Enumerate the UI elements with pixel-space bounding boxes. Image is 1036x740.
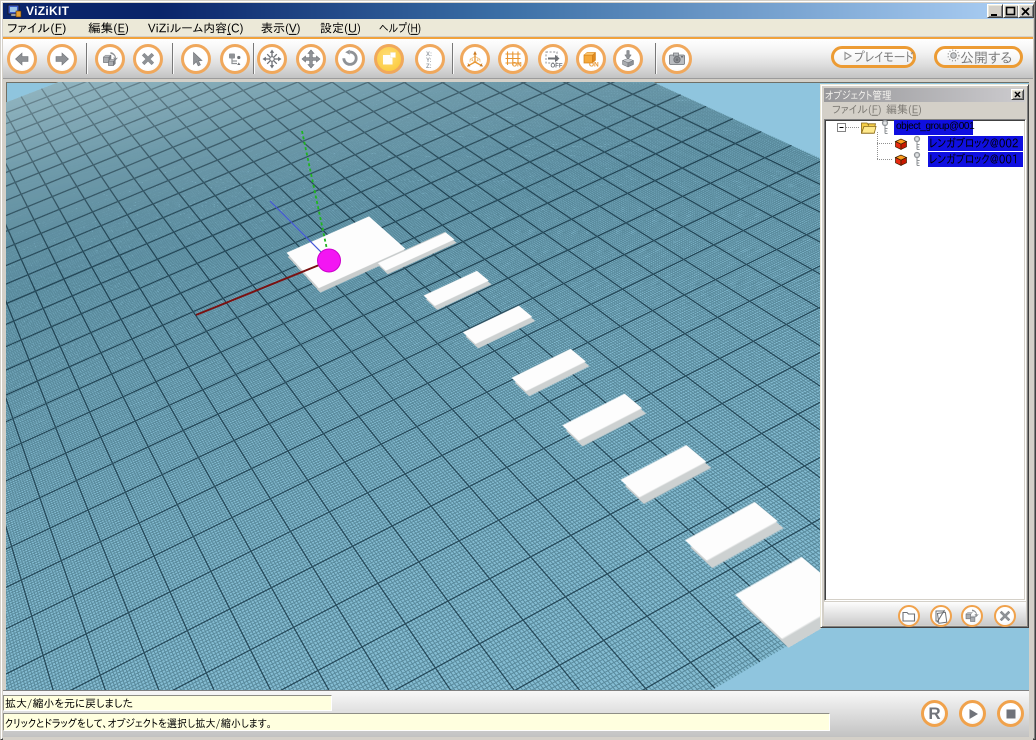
- svg-text:Z:: Z:: [426, 64, 432, 68]
- svg-text:OFF: OFF: [551, 64, 563, 70]
- svg-text:ON: ON: [589, 62, 599, 69]
- svg-text:ON: ON: [512, 62, 522, 69]
